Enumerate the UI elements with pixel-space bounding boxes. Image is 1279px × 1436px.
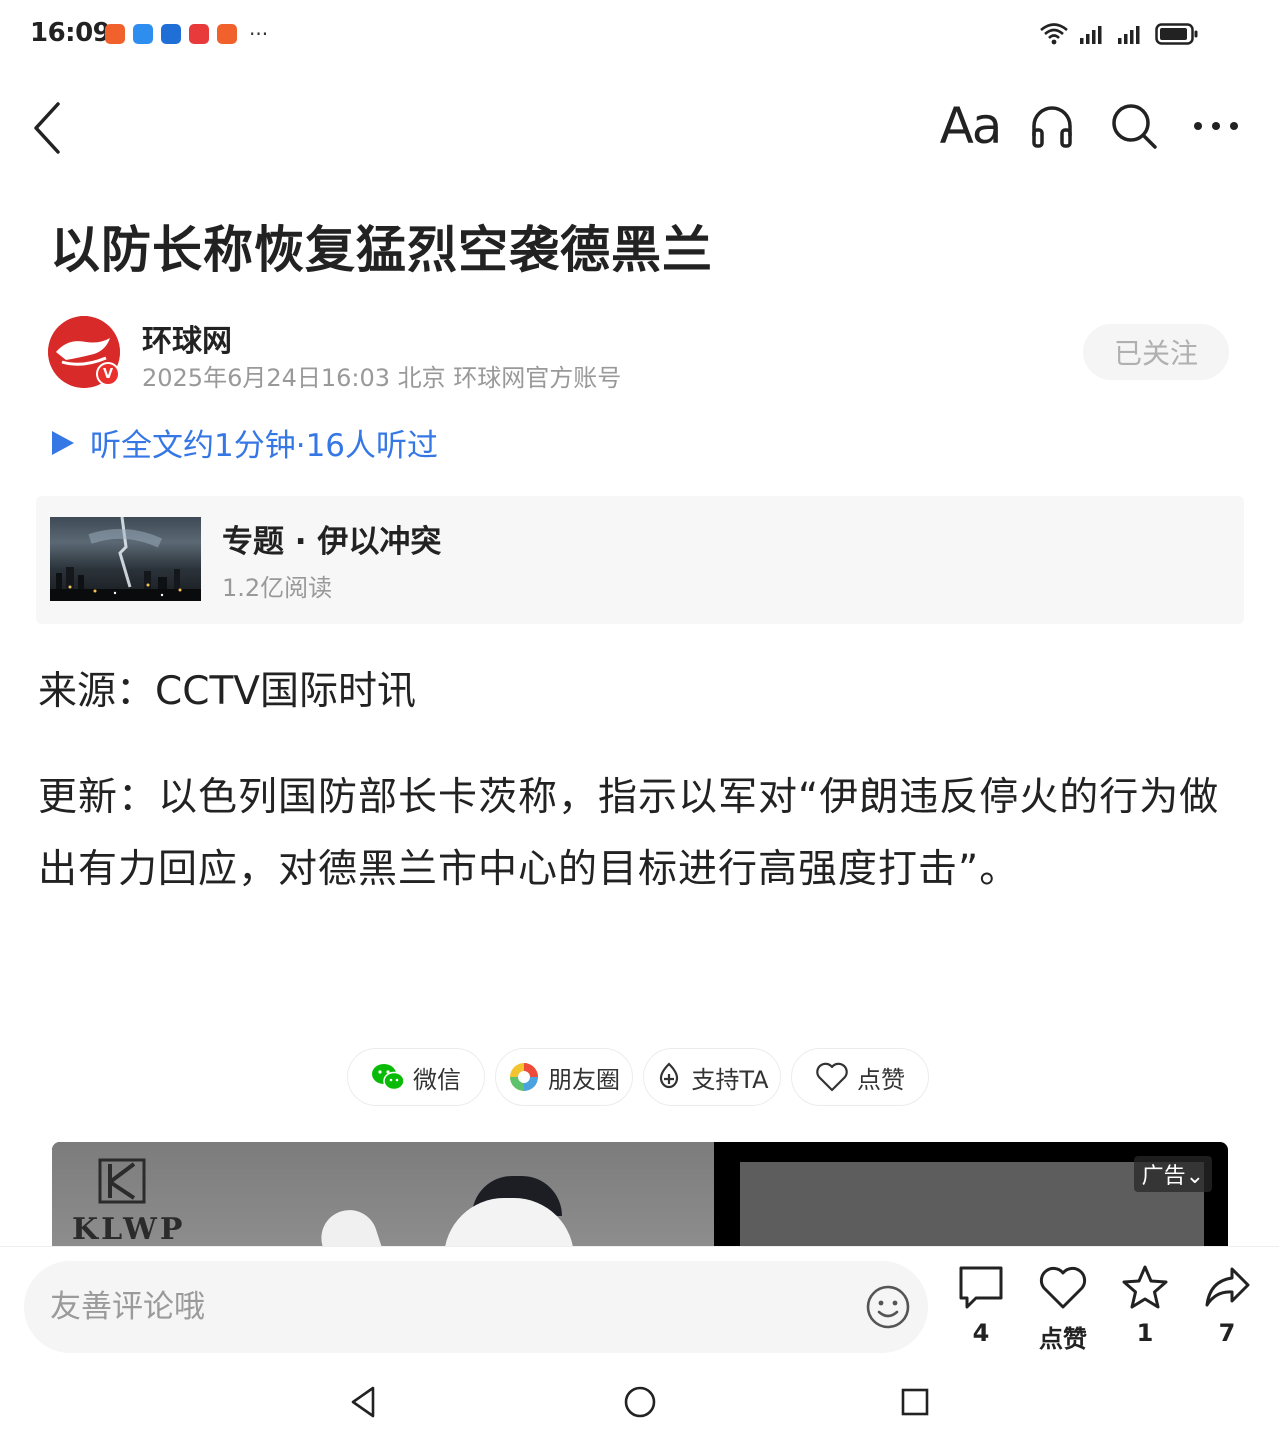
verified-badge: V (96, 362, 120, 386)
notification-news-icon (189, 24, 209, 44)
comment-icon (959, 1266, 1003, 1309)
share-moments-label: 朋友圈 (548, 1065, 620, 1094)
system-nav-bar (0, 1366, 1279, 1436)
notification-cloud-icon (161, 24, 181, 44)
author-name[interactable]: 环球网 (142, 316, 232, 360)
comments-button[interactable]: 4 (945, 1263, 1017, 1347)
listen-label: 听全文约1分钟·16人听过 (90, 428, 439, 464)
notification-chat-icon (133, 24, 153, 44)
like-pill-label: 点赞 (857, 1065, 905, 1094)
nav-back-icon[interactable] (345, 1382, 385, 1422)
signal-icon (1080, 26, 1102, 44)
like-pill-button[interactable]: 点赞 (791, 1048, 929, 1106)
heart-icon (1039, 1266, 1087, 1309)
favorite-button[interactable]: 1 (1109, 1263, 1181, 1347)
share-wechat-label: 微信 (413, 1065, 461, 1094)
notification-icons: ··· (105, 24, 268, 44)
like-label: 点赞 (1039, 1325, 1087, 1353)
more-dots-icon (1194, 122, 1238, 130)
heart-icon (816, 1062, 848, 1092)
article-paragraph: 更新：以色列国防部长卡茨称，指示以军对“伊朗违反停火的行为做出有力回应，对德黑兰… (38, 775, 1220, 892)
shares-count: 7 (1218, 1319, 1236, 1347)
font-size-button[interactable]: Aa (929, 94, 1011, 158)
share-row: 微信 朋友圈 支持TA 点赞 (347, 1048, 929, 1106)
ad-banner[interactable]: KLWP 广告⌄ (52, 1142, 1228, 1246)
moments-icon (510, 1063, 538, 1091)
comment-input[interactable] (24, 1261, 928, 1353)
wechat-icon (372, 1064, 405, 1091)
share-moments-button[interactable]: 朋友圈 (495, 1048, 633, 1106)
article-source: 来源：CCTV国际时讯 (38, 669, 416, 714)
follow-button[interactable]: 已关注 (1083, 324, 1229, 380)
search-button[interactable] (1093, 94, 1175, 158)
support-icon (660, 1062, 679, 1089)
listen-full-text[interactable]: 听全文约1分钟·16人听过 (50, 420, 438, 465)
share-wechat-button[interactable]: 微信 (347, 1048, 485, 1106)
notification-app-icon (217, 24, 237, 44)
search-icon (1112, 104, 1157, 149)
topic-thumbnail (50, 517, 201, 601)
battery-icon (1155, 23, 1198, 45)
wifi-icon (1040, 23, 1068, 45)
article-title: 以防长称恢复猛烈空袭德黑兰 (50, 221, 713, 279)
nav-home-icon[interactable] (620, 1382, 660, 1422)
listen-button[interactable] (1011, 94, 1093, 158)
status-time: 16:09 (30, 18, 111, 48)
support-button[interactable]: 支持TA (643, 1048, 781, 1106)
nav-recents-icon[interactable] (895, 1382, 935, 1422)
topic-card[interactable]: 专题 · 伊以冲突 1.2亿阅读 (36, 496, 1244, 624)
headphones-icon (1032, 106, 1072, 148)
author-meta: 2025年6月24日16:03 北京 环球网官方账号 (142, 364, 622, 392)
back-icon[interactable] (28, 98, 68, 158)
topic-title: 专题 · 伊以冲突 (222, 524, 442, 560)
play-icon (52, 430, 74, 455)
system-icons (1039, 22, 1199, 46)
share-arrow-icon (1205, 1267, 1250, 1307)
favorites-count: 1 (1136, 1319, 1154, 1347)
brand-logo-icon (98, 1158, 146, 1204)
share-button[interactable]: 7 (1191, 1263, 1263, 1347)
status-bar: 16:09 ··· (0, 0, 1279, 70)
star-icon (1122, 1265, 1168, 1309)
more-button[interactable] (1175, 94, 1257, 158)
ad-badge[interactable]: 广告⌄ (1133, 1156, 1212, 1192)
notification-more: ··· (249, 22, 269, 46)
support-label: 支持TA (691, 1065, 769, 1094)
ad-brand: KLWP (72, 1212, 186, 1246)
like-button[interactable]: 点赞 (1027, 1263, 1099, 1354)
emoji-icon[interactable] (864, 1283, 912, 1331)
notification-app-icon (105, 24, 125, 44)
font-size-label: Aa (939, 97, 1003, 155)
topic-reads: 1.2亿阅读 (222, 574, 333, 602)
top-nav: Aa (0, 80, 1279, 180)
signal-icon (1118, 26, 1140, 44)
bottom-bar: 4 点赞 1 7 (0, 1246, 1279, 1366)
comments-count: 4 (972, 1319, 990, 1347)
